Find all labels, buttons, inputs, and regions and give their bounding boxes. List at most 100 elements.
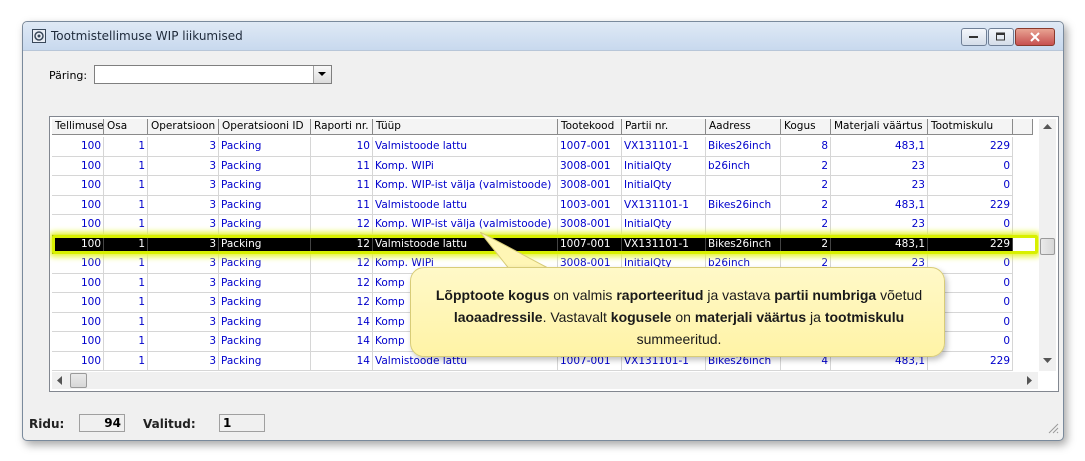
table-cell: 100 (52, 234, 104, 254)
column-header[interactable]: Tellimuse (52, 119, 104, 135)
callout-phrase: on valmis (549, 287, 617, 303)
table-cell: 3 (148, 312, 219, 332)
table-cell: 3 (148, 254, 219, 274)
vertical-scrollbar[interactable] (1039, 119, 1056, 371)
rows-count-value: 94 (79, 414, 125, 432)
table-cell: 12 (311, 293, 373, 313)
table-cell: 1 (104, 254, 148, 274)
column-header[interactable]: Kogus (781, 119, 831, 135)
table-cell: VX131101-1 (622, 137, 706, 157)
table-cell: Packing (219, 215, 311, 235)
table-cell: 229 (928, 351, 1013, 371)
table-cell: 1 (104, 293, 148, 313)
table-cell: 2 (781, 156, 831, 176)
table-cell: 100 (52, 273, 104, 293)
table-cell: Packing (219, 332, 311, 352)
resize-grip-icon[interactable] (1047, 422, 1059, 434)
table-cell: 100 (52, 293, 104, 313)
column-header[interactable]: Operatsiooni ID (219, 119, 311, 135)
table-cell: 12 (311, 234, 373, 254)
column-header[interactable]: Tootmiskulu (928, 119, 1013, 135)
table-cell: 1 (104, 137, 148, 157)
table-cell: InitialQty (622, 215, 706, 235)
table-cell (706, 215, 781, 235)
table-cell: Packing (219, 254, 311, 274)
minimize-button[interactable] (961, 28, 987, 46)
table-cell: 229 (928, 195, 1013, 215)
horizontal-scrollbar[interactable] (52, 372, 1038, 389)
table-row[interactable]: 100 1 3 Packing 10 Valmistoode lattu 1007-001 V… (52, 137, 1038, 157)
callout-bold-phrase: tootmiskulu (824, 309, 905, 325)
table-cell: 23 (831, 156, 928, 176)
table-row[interactable]: 100 1 3 Packing 11 Komp. WIP-ist välja (valmi… (52, 176, 1038, 196)
table-cell: 100 (52, 176, 104, 196)
table-cell: 1 (104, 176, 148, 196)
callout-phrase: võetud (876, 287, 923, 303)
table-cell: InitialQty (622, 156, 706, 176)
table-cell: 1 (104, 312, 148, 332)
callout-phrase: summeeritud. (636, 331, 722, 347)
app-icon (32, 29, 46, 43)
table-cell: 12 (311, 254, 373, 274)
table-cell: 2 (781, 195, 831, 215)
table-cell: 483,1 (831, 234, 928, 254)
table-cell: Packing (219, 176, 311, 196)
table-cell: 3 (148, 215, 219, 235)
chevron-down-icon[interactable] (313, 66, 331, 83)
table-cell: 2 (781, 215, 831, 235)
table-cell: 100 (52, 195, 104, 215)
callout-bold-phrase: kogusele (610, 309, 672, 325)
table-cell: 11 (311, 176, 373, 196)
table-cell: 1 (104, 156, 148, 176)
column-header[interactable]: Raporti nr. (311, 119, 373, 135)
column-header[interactable]: Tootekood (558, 119, 622, 135)
explanation-callout: Lõpptoote kogus on valmis raporteeritud … (410, 267, 945, 357)
column-header[interactable]: Osa (104, 119, 148, 135)
table-cell: 100 (52, 312, 104, 332)
column-header[interactable]: Partii nr. (622, 119, 706, 135)
callout-bold-phrase: materjali väärtus (694, 309, 807, 325)
close-button[interactable] (1015, 28, 1055, 46)
table-cell: 3 (148, 273, 219, 293)
horizontal-scroll-thumb[interactable] (70, 373, 87, 388)
table-cell: Packing (219, 195, 311, 215)
table-cell: Bikes26inch (706, 234, 781, 254)
table-row[interactable]: 100 1 3 Packing 11 Valmistoode lattu 1003-001 V… (52, 195, 1038, 215)
table-cell: 100 (52, 156, 104, 176)
table-cell: 3 (148, 234, 219, 254)
table-cell: 229 (928, 234, 1013, 254)
table-cell: Bikes26inch (706, 137, 781, 157)
rows-count-label: Ridu: (29, 417, 65, 431)
table-cell: Bikes26inch (706, 195, 781, 215)
table-cell: Valmistoode lattu (373, 137, 558, 157)
callout-text: Lõpptoote kogus on valmis raporteeritud … (429, 284, 929, 350)
table-cell: InitialQty (622, 176, 706, 196)
table-cell: 3 (148, 137, 219, 157)
column-header[interactable]: Aadress (706, 119, 781, 135)
table-cell: Packing (219, 293, 311, 313)
table-cell: VX131101-1 (622, 195, 706, 215)
column-header[interactable]: Materjali väärtus (831, 119, 928, 135)
column-header[interactable]: Tüüp (373, 119, 558, 135)
table-cell: Packing (219, 273, 311, 293)
callout-bold-phrase: raporteeritud (616, 287, 704, 303)
table-cell: 11 (311, 195, 373, 215)
table-cell: 10 (311, 137, 373, 157)
query-label: Päring: (49, 69, 88, 82)
table-cell: 3 (148, 156, 219, 176)
column-header-filler (1013, 119, 1033, 135)
callout-pointer (480, 232, 550, 271)
table-cell: Packing (219, 351, 311, 371)
table-cell: 2 (781, 234, 831, 254)
table-cell: 23 (831, 215, 928, 235)
table-cell: 483,1 (831, 195, 928, 215)
maximize-button[interactable] (988, 28, 1014, 46)
table-cell: 3 (148, 176, 219, 196)
query-dropdown[interactable] (94, 65, 332, 84)
table-cell: Packing (219, 137, 311, 157)
vertical-scroll-thumb[interactable] (1040, 238, 1055, 255)
table-row[interactable]: 100 1 3 Packing 11 Komp. WIPi 3008-001 InitialQ… (52, 156, 1038, 176)
table-header: Tellimuse Osa Operatsioon Operatsiooni ID Ra… (52, 119, 1033, 135)
column-header[interactable]: Operatsioon (148, 119, 219, 135)
table-cell: VX131101-1 (622, 234, 706, 254)
